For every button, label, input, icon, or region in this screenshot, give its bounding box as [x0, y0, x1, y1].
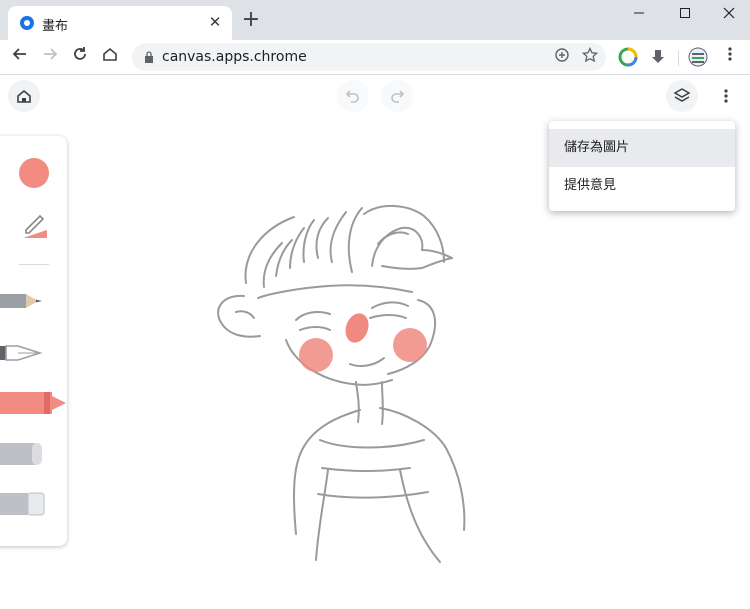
nose [345, 313, 369, 343]
hair-stroke [302, 219, 315, 263]
undo-icon [345, 90, 359, 103]
menu-item-label: 儲存為圖片 [564, 140, 630, 155]
tool-panel [0, 136, 67, 546]
right-eye-lid [369, 314, 407, 319]
forward-button[interactable] [38, 45, 62, 69]
close-window-button[interactable] [706, 2, 750, 30]
color-picker-button[interactable] [19, 158, 49, 188]
send-feedback-menu-item[interactable]: 提供意見 [549, 167, 735, 205]
redo-button[interactable] [381, 80, 413, 112]
hair-stroke [289, 227, 305, 269]
download-icon[interactable] [648, 47, 668, 67]
overflow-menu: 儲存為圖片 提供意見 [549, 121, 735, 211]
tab-strip: 畫布 ✕ + [0, 0, 750, 40]
add-circle-icon [555, 48, 569, 62]
minimize-icon [634, 12, 644, 14]
collar [319, 439, 425, 449]
new-tab-button[interactable]: + [240, 9, 262, 32]
panel-divider [19, 264, 49, 265]
bookmark-star-button[interactable] [580, 46, 600, 67]
reload-icon [74, 47, 86, 60]
more-vert-icon [724, 89, 728, 103]
arm-right [399, 469, 441, 563]
close-icon [723, 7, 735, 19]
more-vert-icon [728, 47, 732, 61]
home-icon [17, 89, 31, 103]
home-button[interactable] [98, 45, 122, 69]
left-eye [295, 311, 331, 321]
browser-toolbar: canvas.apps.chrome [0, 40, 750, 75]
ear-inner [235, 310, 255, 319]
back-button[interactable] [8, 45, 32, 69]
menu-item-label: 提供意見 [564, 178, 617, 193]
chrome-menu-button[interactable] [718, 45, 742, 69]
lock-icon [145, 51, 153, 63]
stripe [321, 467, 411, 472]
pencil-tool-icon[interactable] [0, 286, 52, 316]
right-blush [393, 328, 427, 362]
browser-tab[interactable]: 畫布 ✕ [8, 6, 232, 40]
profile-avatar[interactable] [688, 47, 708, 67]
hair-stroke [262, 242, 283, 288]
hair-stroke [315, 217, 329, 259]
extension-colorful-icon[interactable] [618, 47, 638, 67]
home-icon [103, 47, 117, 61]
address-bar[interactable]: canvas.apps.chrome [132, 43, 606, 71]
pen-size-icon[interactable] [20, 208, 50, 240]
layers-icon [673, 88, 691, 102]
hair-stroke [347, 207, 363, 273]
chalk-tool-icon[interactable] [0, 438, 52, 468]
left-eye-lid [299, 326, 331, 331]
tab-close-icon[interactable]: ✕ [206, 12, 224, 32]
tab-title: 畫布 [42, 19, 69, 34]
maximize-icon [680, 8, 690, 18]
eraser-tool-icon[interactable] [0, 488, 52, 518]
hair-stroke [244, 216, 295, 284]
arm-left [315, 469, 329, 561]
star-icon [581, 46, 599, 63]
stripe [317, 491, 429, 499]
right-eye [371, 301, 409, 309]
back-arrow-icon [12, 48, 26, 60]
hair-stroke [363, 204, 445, 263]
hair-stroke [377, 231, 409, 245]
head-top [257, 284, 413, 299]
maximize-button[interactable] [662, 2, 708, 30]
app-menu-button[interactable] [710, 80, 742, 112]
app-home-button[interactable] [8, 80, 40, 112]
hair-curl [371, 226, 453, 270]
neck-right [381, 381, 384, 425]
undo-button[interactable] [337, 80, 369, 112]
redo-icon [391, 90, 405, 103]
hair-stroke [329, 211, 347, 263]
marker-tool-icon[interactable] [0, 388, 77, 418]
install-app-button[interactable] [552, 47, 572, 67]
save-as-image-menu-item[interactable]: 儲存為圖片 [549, 129, 735, 167]
forward-arrow-icon [44, 48, 58, 60]
fountain-pen-tool-icon[interactable] [0, 338, 52, 368]
smile [349, 357, 385, 367]
neck-left [355, 381, 360, 423]
left-blush [299, 338, 333, 372]
layers-button[interactable] [666, 80, 698, 112]
canvas-favicon-icon [20, 16, 34, 30]
toolbar-divider [678, 50, 679, 66]
url-text: canvas.apps.chrome [162, 49, 307, 65]
reload-button[interactable] [68, 45, 92, 69]
minimize-button[interactable] [616, 2, 662, 30]
